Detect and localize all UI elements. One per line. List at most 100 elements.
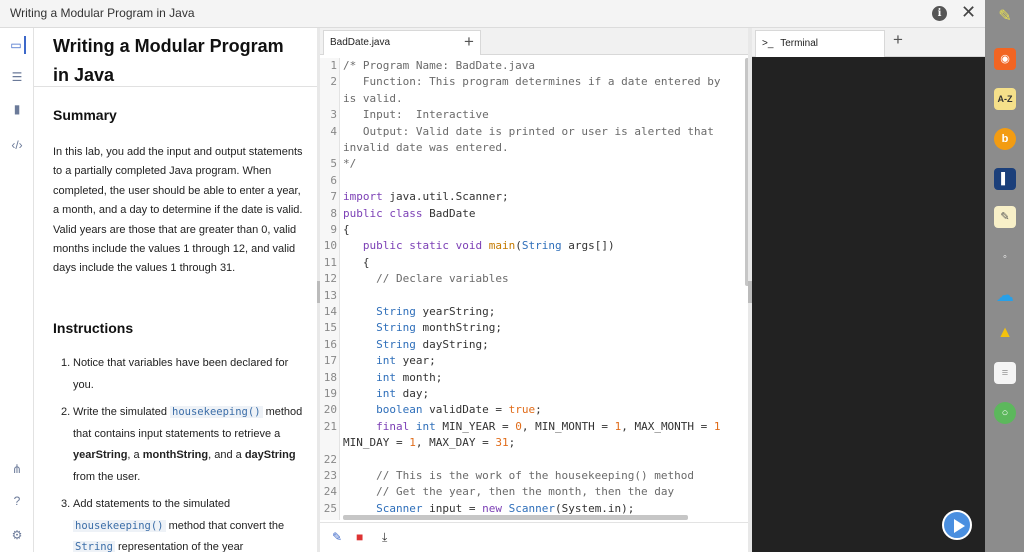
line-number: 12 (323, 272, 337, 286)
text-to-speech-icon[interactable]: ◦ (994, 246, 1016, 268)
step-text: representation of the year (114, 541, 244, 552)
line-number: 8 (330, 206, 337, 220)
line-number: 15 (323, 321, 337, 335)
title-bar: Writing a Modular Program in Java i ✕ (0, 0, 985, 28)
terminal-screen[interactable] (752, 57, 985, 552)
code-line: Scanner input = new Scanner(System.in); (376, 501, 635, 515)
tab-baddate-java[interactable]: BadDate.java + (323, 30, 481, 55)
step-text: , a (127, 449, 143, 461)
line-number: 9 (330, 223, 337, 236)
chart-icon[interactable]: ▮ (8, 100, 26, 118)
code-line: int year; (376, 354, 436, 368)
app-dock: ✎ ◉ A-Z b ▌ ✎ ◦ ☁ ▲ ≡ ○ (985, 0, 1024, 552)
download-icon[interactable]: ⤓ (382, 530, 387, 545)
new-file-icon[interactable]: + (464, 32, 474, 52)
step-text: Notice that variables have been declared… (73, 357, 289, 391)
code-area[interactable]: /* Program Name: BadDate.java Function: … (343, 58, 746, 520)
code-line: String yearString; (376, 305, 496, 318)
terminal-prompt-icon: >_ (762, 38, 774, 49)
code-line: { (343, 255, 370, 269)
code-line: /* Program Name: BadDate.java (343, 59, 536, 72)
terminal-pane: >_ Terminal + (752, 28, 985, 552)
bold-term: yearString (73, 449, 128, 461)
code-line: String dayString; (376, 337, 489, 351)
code-icon[interactable]: ‹/› (8, 136, 26, 154)
step-number: 1. (61, 357, 71, 369)
summary-text: In this lab, you add the input and outpu… (53, 146, 303, 275)
book-icon[interactable]: ▌ (994, 168, 1016, 190)
line-number: 11 (323, 255, 337, 269)
highlighter-icon[interactable]: ✎ (994, 6, 1016, 28)
line-number: 5 (330, 157, 337, 171)
gear-icon[interactable]: ⚙ (8, 526, 26, 544)
inline-code: housekeeping() (170, 406, 263, 418)
instruction-step: 3. Add statements to the simulated housek… (53, 494, 303, 552)
notepad-icon[interactable]: ✎ (994, 206, 1016, 228)
line-number: 1 (330, 59, 337, 72)
cloud-icon[interactable]: ☁ (994, 284, 1016, 306)
step-text: , and a (208, 449, 245, 461)
terminal-tabs: >_ Terminal + (752, 28, 985, 57)
instruction-step: 2. Write the simulated housekeeping() met… (53, 402, 303, 488)
dictionary-icon[interactable]: A-Z (994, 88, 1016, 110)
code-line: Function: This program determines if a d… (343, 75, 721, 89)
share-icon[interactable]: ⋔ (8, 460, 26, 478)
summary-heading: Summary (53, 107, 117, 123)
code-line: { (343, 223, 350, 236)
step-text: method that convert the (165, 519, 285, 532)
line-number: 2 (330, 75, 337, 89)
pencil-icon[interactable]: ✎ (332, 530, 342, 544)
tab-label: BadDate.java (330, 37, 391, 48)
help-icon[interactable]: ? (8, 492, 26, 510)
info-icon[interactable]: i (932, 6, 947, 21)
bing-icon[interactable]: b (994, 128, 1016, 150)
step-text: Write the simulated (73, 406, 171, 418)
code-line: final int MIN_YEAR = 0, MIN_MONTH = 1, M… (376, 419, 721, 433)
trash-icon[interactable]: ■ (356, 530, 363, 544)
code-line: import java.util.Scanner; (343, 190, 509, 204)
close-icon[interactable]: ✕ (961, 2, 976, 23)
line-number: 18 (323, 370, 337, 384)
header-divider (34, 86, 317, 87)
drive-icon[interactable]: ▲ (994, 322, 1016, 344)
new-terminal-icon[interactable]: + (893, 30, 903, 50)
line-number: 16 (323, 337, 337, 351)
bold-term: dayString (244, 449, 296, 461)
code-line: Input: Interactive (343, 108, 489, 122)
code-line: // Declare variables (376, 272, 509, 286)
line-number: 20 (323, 403, 337, 417)
line-number: 19 (323, 387, 337, 400)
line-number: 23 (323, 469, 337, 482)
line-number-gutter: 1 2 3 4 5 6 7 8 9 10 11 12 13 14 15 16 17 18 19 20 21 22 23 24 2… (320, 58, 340, 520)
step-number: 2. (61, 406, 71, 418)
bold-term: monthString (142, 449, 209, 461)
instructions-heading: Instructions (53, 320, 134, 336)
left-rail: ▭ ☰ ▮ ‹/› ⋔ ? ⚙ (0, 28, 34, 552)
code-line: is valid. (343, 91, 403, 105)
notes-icon[interactable]: ≡ (994, 362, 1016, 384)
window-title: Writing a Modular Program in Java (10, 6, 195, 20)
editor-tabs: BadDate.java + (320, 28, 752, 55)
code-line: */ (343, 157, 357, 171)
circle-app-icon[interactable]: ○ (994, 402, 1016, 424)
code-line: public static void main(String args[]) (362, 239, 615, 253)
tab-terminal[interactable]: >_ Terminal (755, 30, 885, 57)
horizontal-scrollbar[interactable] (343, 515, 688, 520)
code-line: int month; (376, 370, 443, 384)
line-number: 22 (323, 452, 337, 466)
terminal-tab-label: Terminal (780, 38, 818, 49)
code-line: int day; (376, 387, 430, 400)
rss-icon[interactable]: ◉ (994, 48, 1016, 70)
book-icon[interactable]: ▭ (8, 36, 26, 54)
line-number: 7 (330, 190, 337, 204)
list-icon[interactable]: ☰ (8, 68, 26, 86)
step-text: from the user. (73, 470, 141, 483)
line-number: 25 (323, 501, 337, 515)
code-line: Output: Valid date is printed or user is… (343, 124, 714, 138)
line-number: 4 (330, 124, 337, 138)
inline-code: housekeeping() (73, 519, 166, 532)
editor-toolbar: ✎ ■ ⤓ (320, 522, 752, 552)
lab-title: Writing a Modular Program in Java (53, 36, 284, 85)
run-button[interactable] (942, 510, 972, 540)
code-line: // This is the work of the housekeeping(… (376, 469, 695, 482)
